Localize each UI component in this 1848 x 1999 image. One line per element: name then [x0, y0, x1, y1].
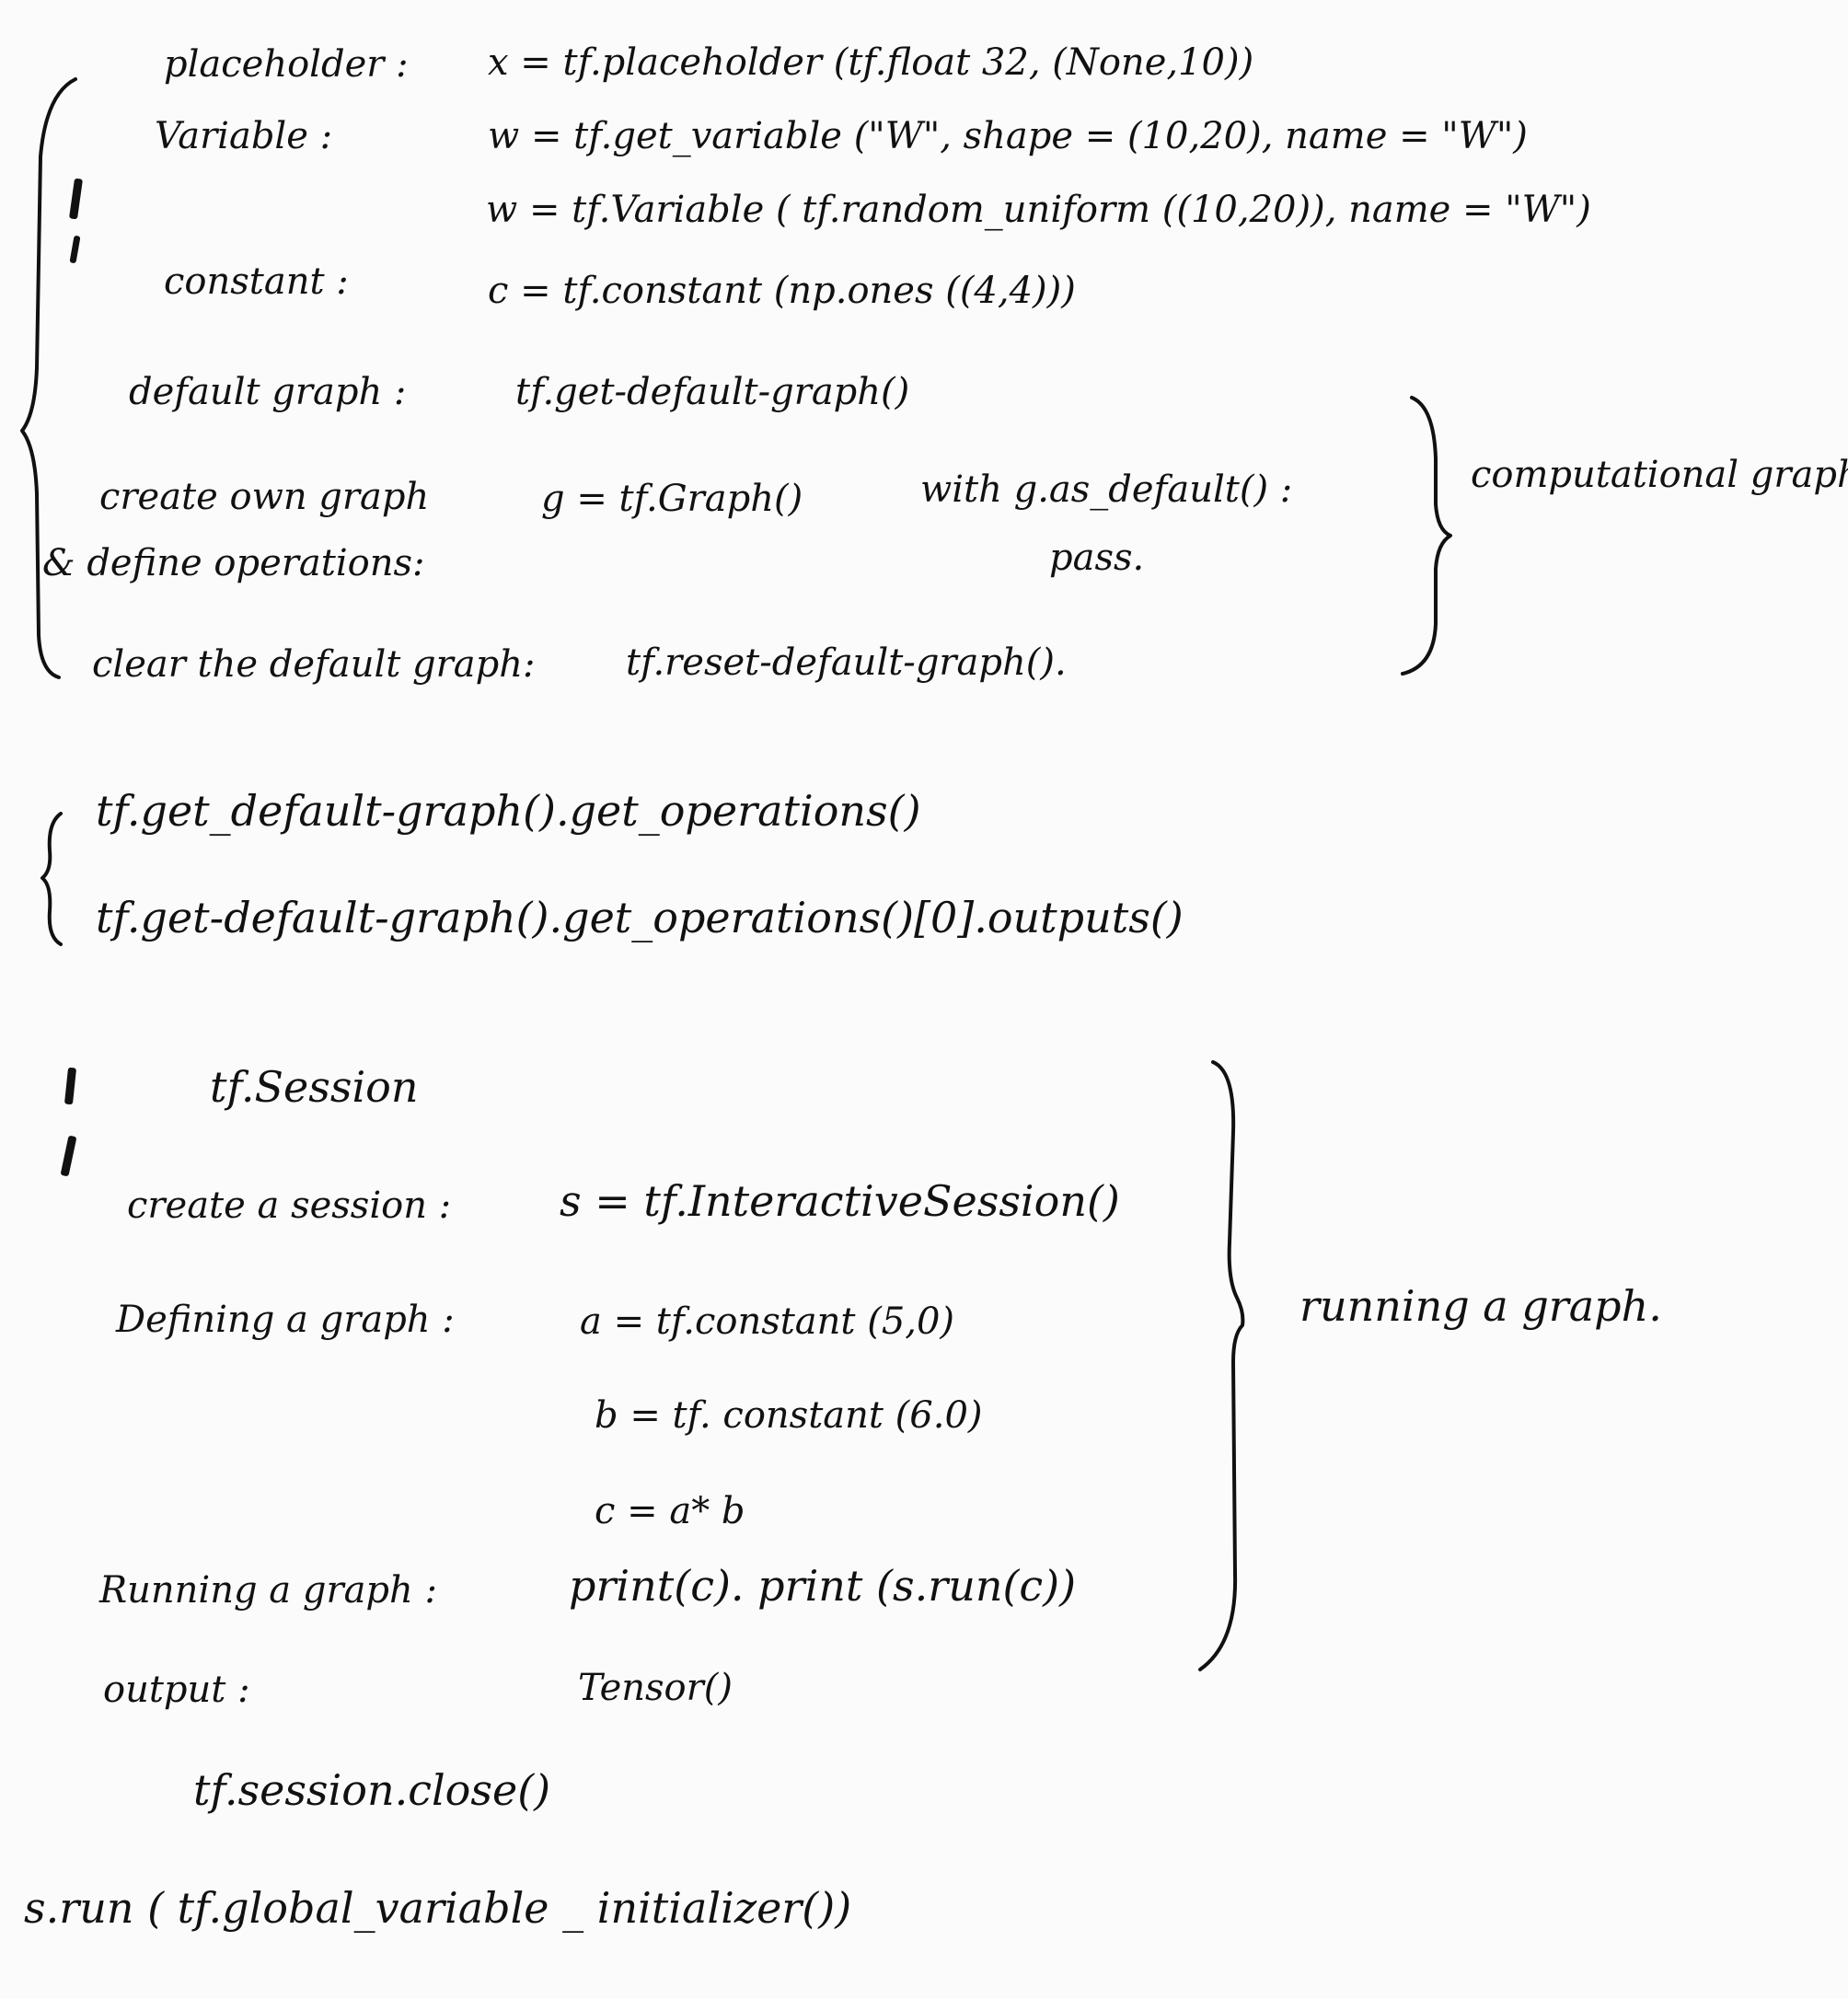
right-brace-running-graph	[1198, 1060, 1245, 1671]
default-graph-code: tf.get-default-graph()	[515, 371, 910, 413]
global-variables-initializer-line: s.run ( tf.global_variable _ initializer…	[24, 1883, 852, 1933]
output-code: Tensor()	[578, 1667, 733, 1709]
define-code-c: c = a* b	[595, 1490, 745, 1532]
get-operations-line: tf.get_default-graph().get_operations()	[96, 786, 921, 836]
placeholder-code: x = tf.placeholder (tf.float 32, (None,1…	[488, 41, 1254, 84]
session-title: tf.Session	[210, 1062, 419, 1112]
run-code: print(c). print (s.run(c))	[569, 1561, 1077, 1611]
right-brace-computational-graph	[1401, 396, 1452, 676]
define-code-a: a = tf.constant (5,0)	[580, 1300, 955, 1343]
clear-graph-label: clear the default graph:	[92, 643, 536, 686]
placeholder-label: placeholder :	[164, 43, 409, 86]
variable-label: Variable :	[155, 115, 333, 157]
get-operations-outputs-line: tf.get-default-graph().get_operations()[…	[96, 893, 1184, 942]
constant-code: c = tf.constant (np.ones ((4,4)))	[488, 270, 1076, 312]
create-session-code: s = tf.InteractiveSession()	[560, 1176, 1120, 1226]
running-graph-label: Running a graph :	[99, 1569, 437, 1612]
pass-code: pass.	[1049, 537, 1145, 579]
constant-label: constant :	[164, 260, 349, 303]
computational-graph-caption: computational graph	[1471, 454, 1848, 496]
margin-tick-mark	[64, 1067, 77, 1105]
left-brace-graph-section	[20, 77, 77, 679]
create-graph-code: g = tf.Graph()	[541, 478, 803, 520]
get-variable-code: w = tf.get_variable ("W", shape = (10,20…	[488, 115, 1528, 157]
left-brace-operations	[40, 812, 63, 946]
clear-graph-code: tf.reset-default-graph().	[626, 641, 1067, 684]
output-label: output :	[103, 1669, 250, 1711]
running-graph-caption: running a graph.	[1299, 1281, 1662, 1331]
create-session-label: create a session :	[127, 1184, 452, 1227]
variable-code: w = tf.Variable ( tf.random_uniform ((10…	[486, 189, 1591, 231]
default-graph-label: default graph :	[129, 371, 407, 413]
define-operations-label: & define operations:	[42, 542, 425, 584]
defining-graph-label: Defining a graph :	[116, 1299, 455, 1341]
define-code-b: b = tf. constant (6.0)	[595, 1394, 983, 1437]
margin-tick-mark	[60, 1135, 77, 1177]
with-as-default-code: with g.as_default() :	[920, 468, 1293, 511]
session-close-code: tf.session.close()	[193, 1765, 551, 1815]
create-graph-label: create own graph	[99, 476, 430, 518]
